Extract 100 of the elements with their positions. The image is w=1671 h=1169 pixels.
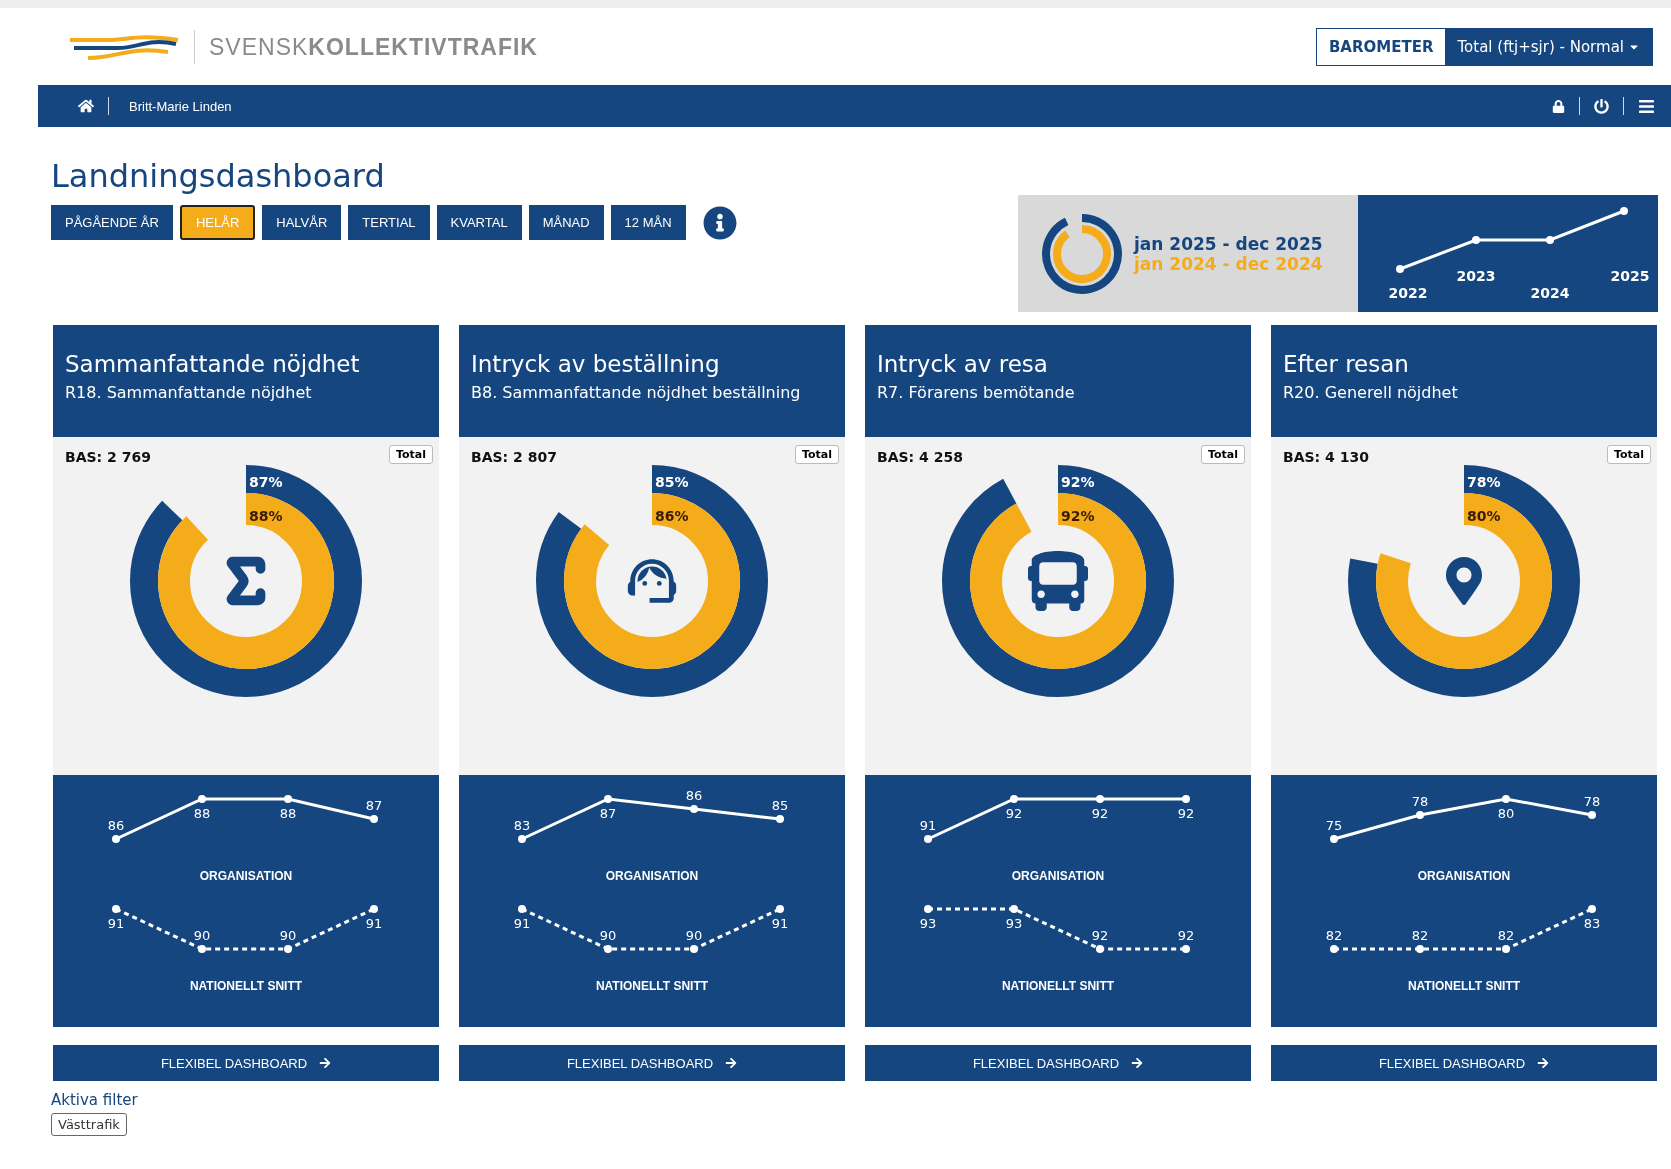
percent-label: 92%: [1061, 508, 1095, 524]
percent-label: 92%: [1061, 474, 1095, 490]
data-label: 82: [1411, 928, 1429, 943]
data-label: 91: [107, 916, 125, 931]
period-tab[interactable]: TERTIAL: [348, 205, 430, 240]
base-count: BAS: 4 258: [877, 449, 963, 465]
data-point: [1588, 905, 1596, 913]
menu-icon[interactable]: [1638, 97, 1655, 115]
flexibel-dashboard-button[interactable]: FLEXIBEL DASHBOARD: [865, 1045, 1251, 1081]
data-point: [1588, 811, 1596, 819]
power-icon[interactable]: [1594, 98, 1609, 114]
series-name: ORGANISATION: [199, 869, 293, 883]
data-point: [370, 905, 378, 913]
data-label: 82: [1497, 928, 1515, 943]
series-name: NATIONELLT SNITT: [595, 979, 709, 993]
series-name: ORGANISATION: [1011, 869, 1105, 883]
data-point: [1502, 795, 1510, 803]
data-label: 91: [919, 818, 937, 833]
data-label: 82: [1325, 928, 1343, 943]
data-label: 78: [1583, 794, 1601, 809]
year-label: 2024: [1530, 285, 1570, 301]
flexibel-dashboard-button[interactable]: FLEXIBEL DASHBOARD: [53, 1045, 439, 1081]
total-tag: Total: [1200, 445, 1245, 464]
data-point: [1330, 835, 1338, 843]
data-point: [284, 795, 292, 803]
data-label: 90: [279, 928, 297, 943]
data-label: 92: [1005, 806, 1023, 821]
data-point: [924, 835, 932, 843]
bus-icon: [1028, 551, 1088, 611]
data-label: 83: [1583, 916, 1601, 931]
data-point: [690, 945, 698, 953]
percent-label: 88%: [249, 508, 283, 524]
data-label: 91: [365, 916, 383, 931]
base-count: BAS: 2 769: [65, 449, 151, 465]
data-point: [1096, 795, 1104, 803]
data-point: [284, 945, 292, 953]
series-name: ORGANISATION: [605, 869, 699, 883]
period-tab[interactable]: 12 MÅN: [610, 205, 686, 240]
arrow-icon: [319, 1057, 332, 1069]
data-label: 92: [1091, 806, 1109, 821]
period-tab[interactable]: PÅGÅENDE ÅR: [51, 205, 173, 240]
previous-period: jan 2024 - dec 2024: [1134, 253, 1323, 274]
data-point: [1010, 905, 1018, 913]
data-point: [198, 795, 206, 803]
flexibel-dashboard-button[interactable]: FLEXIBEL DASHBOARD: [1271, 1045, 1657, 1081]
year-label: 2023: [1456, 268, 1496, 284]
card-title: Sammanfattande nöjdhet: [65, 351, 361, 377]
percent-label: 78%: [1467, 474, 1501, 490]
card-subtitle: R18. Sammanfattande nöjdhet: [65, 383, 313, 402]
data-point: [604, 795, 612, 803]
data-point: [112, 905, 120, 913]
period-tab[interactable]: KVARTAL: [436, 205, 522, 240]
card-subtitle: B8. Sammanfattande nöjdhet beställning: [471, 383, 802, 402]
series-name: NATIONELLT SNITT: [189, 979, 303, 993]
data-label: 80: [1497, 806, 1515, 821]
data-point: [518, 905, 526, 913]
current-period: jan 2025 - dec 2025: [1134, 233, 1323, 254]
percent-label: 86%: [655, 508, 689, 524]
year-label: 2022: [1388, 285, 1428, 301]
data-point: [1182, 795, 1190, 803]
filter-heading: Aktiva filter: [51, 1091, 138, 1109]
lock-icon[interactable]: [1552, 99, 1565, 113]
period-tab[interactable]: MÅNAD: [528, 205, 604, 240]
year-label: 2025: [1610, 268, 1650, 284]
arrow-icon: [725, 1057, 738, 1069]
data-point: [198, 945, 206, 953]
period-tab[interactable]: HALVÅR: [262, 205, 342, 240]
barometer-dropdown[interactable]: Total (ftj+sjr) - Normal: [1445, 28, 1652, 65]
filter-tag[interactable]: Västtrafik: [51, 1113, 127, 1136]
data-point: [1416, 811, 1424, 819]
data-point: [924, 905, 932, 913]
flexibel-dashboard-button[interactable]: FLEXIBEL DASHBOARD: [459, 1045, 845, 1081]
data-label: 90: [599, 928, 617, 943]
data-point: [1182, 945, 1190, 953]
data-point: [604, 945, 612, 953]
data-point: [112, 835, 120, 843]
total-tag: Total: [1606, 445, 1651, 464]
card-subtitle: R7. Förarens bemötande: [877, 383, 1076, 402]
series-name: NATIONELLT SNITT: [1001, 979, 1115, 993]
data-label: 91: [771, 916, 789, 931]
data-label: 78: [1411, 794, 1429, 809]
data-label: 92: [1177, 928, 1195, 943]
data-point: [690, 805, 698, 813]
data-label: 86: [107, 818, 125, 833]
data-label: 92: [1091, 928, 1109, 943]
data-point: [1010, 795, 1018, 803]
home-icon[interactable]: [78, 98, 94, 114]
data-point: [1416, 945, 1424, 953]
arrow-icon: [1537, 1057, 1550, 1069]
data-point: [1330, 945, 1338, 953]
info-icon[interactable]: [702, 205, 737, 240]
data-label: 87: [365, 798, 383, 813]
total-tag: Total: [388, 445, 433, 464]
arrow-icon: [1131, 1057, 1144, 1069]
data-label: 88: [193, 806, 211, 821]
data-label: 75: [1325, 818, 1343, 833]
page-title: Landningsdashboard: [51, 157, 386, 195]
user-name[interactable]: Britt-Marie Linden: [129, 98, 232, 114]
data-point: [1096, 945, 1104, 953]
percent-label: 85%: [655, 474, 689, 490]
